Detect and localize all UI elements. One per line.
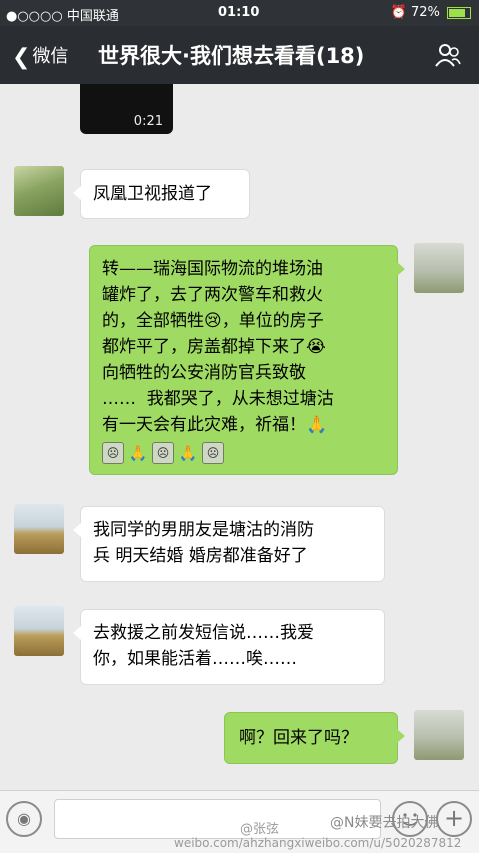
message-text: 去救援之前发短信说……我爱 你，如果能活着……唉…… [93, 623, 314, 669]
back-label: 微信 [32, 46, 69, 67]
video-duration: 0:21 [133, 114, 163, 129]
contact-icon[interactable] [435, 42, 461, 68]
message-text: 我同学的男朋友是塘沽的消防 兵 明天结婚 婚房都准备好了 [93, 520, 314, 566]
voice-button[interactable]: ◉ [6, 801, 42, 837]
battery-icon [447, 6, 471, 19]
message-bubble-left[interactable]: 去救援之前发短信说……我爱 你，如果能活着……唉…… [73, 609, 385, 685]
pray-emoji-icon: 🙏 [128, 444, 148, 462]
message-bubble-left[interactable]: 我同学的男朋友是塘沽的消防 兵 明天结婚 婚房都准备好了 [73, 506, 385, 582]
avatar[interactable] [14, 504, 64, 554]
battery-percent: 72% [410, 5, 440, 20]
status-bar: ●○○○○ 中国联通 01:10 ⏰ 72% [0, 0, 479, 26]
plus-icon: + [443, 804, 465, 832]
voice-icon: ◉ [17, 809, 31, 828]
message-text: 啊？回来了吗？ [239, 728, 358, 748]
watermark-handle: @N妹要去拍大佛 [330, 815, 439, 831]
clock: 01:10 [218, 5, 260, 20]
back-button[interactable]: ❮ 微信 [12, 42, 68, 70]
message-text: 凤凰卫视报道了 [93, 184, 212, 204]
avatar[interactable] [414, 710, 464, 760]
message-text: 转——瑞海国际物流的堆场油 罐炸了，去了两次警车和救火 的，全部牺牲😢，单位的房… [102, 259, 334, 435]
face-emoji-icon: ☹ [202, 442, 224, 464]
status-right: ⏰ 72% [391, 5, 471, 20]
video-message[interactable]: 0:21 [80, 84, 173, 134]
carrier-label: ●○○○○ 中国联通 [6, 9, 119, 24]
message-bubble-left[interactable]: 凤凰卫视报道了 [73, 169, 250, 219]
alarm-icon: ⏰ [390, 5, 407, 20]
pray-emoji-icon: 🙏 [178, 444, 198, 462]
plus-button[interactable]: + [436, 801, 472, 837]
chat-header: ❮ 微信 世界很大·我们想去看看(18) [0, 26, 479, 84]
avatar[interactable] [14, 606, 64, 656]
face-emoji-icon: ☹ [102, 442, 124, 464]
face-emoji-icon: ☹ [152, 442, 174, 464]
back-chevron-icon: ❮ [12, 45, 31, 70]
watermark-name: @张弦 [240, 822, 280, 837]
emoji-row: ☹ 🙏 ☹ 🙏 ☹ [102, 440, 385, 466]
message-bubble-right[interactable]: 啊？回来了吗？ [224, 712, 405, 764]
watermark-url: weibo.com/ahzhangxiweibo.com/u/502028781… [174, 836, 462, 850]
chat-title: 世界很大·我们想去看看(18) [98, 44, 365, 68]
avatar[interactable] [14, 166, 64, 216]
message-bubble-right[interactable]: 转——瑞海国际物流的堆场油 罐炸了，去了两次警车和救火 的，全部牺牲😢，单位的房… [89, 245, 405, 475]
avatar[interactable] [414, 243, 464, 293]
